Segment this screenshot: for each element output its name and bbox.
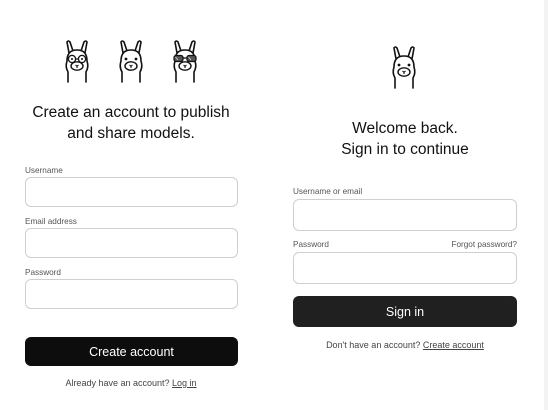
- signin-heading: Welcome back. Sign in to continue: [262, 118, 548, 160]
- username-or-email-label: Username or email: [293, 187, 363, 196]
- signin-password-field[interactable]: [293, 252, 517, 284]
- signin-heading-line1: Welcome back.: [352, 120, 458, 137]
- username-label: Username: [25, 166, 63, 175]
- signup-heading-line2: and share models.: [67, 125, 195, 142]
- signin-mascot-row: [386, 45, 422, 89]
- page-edge: [544, 0, 548, 410]
- signin-panel: Welcome back. Sign in to continue Userna…: [262, 0, 548, 410]
- email-field[interactable]: [25, 228, 238, 258]
- forgot-password-link[interactable]: Forgot password?: [412, 240, 517, 250]
- llama-icon: [113, 39, 149, 83]
- signup-heading-line1: Create an account to publish: [32, 104, 230, 121]
- create-account-link[interactable]: Create account: [423, 340, 484, 350]
- llama-sunglasses-icon: [167, 39, 203, 83]
- mascot-row: [59, 39, 203, 83]
- login-link[interactable]: Log in: [172, 378, 197, 388]
- username-field[interactable]: [25, 177, 238, 207]
- signin-footer: Don't have an account? Create account: [262, 340, 548, 351]
- signin-footer-text: Don't have an account?: [326, 340, 421, 350]
- signup-heading: Create an account to publish and share m…: [0, 102, 262, 144]
- signup-panel: Create an account to publish and share m…: [0, 0, 262, 410]
- password-field[interactable]: [25, 279, 238, 309]
- email-label: Email address: [25, 217, 77, 226]
- sign-in-button[interactable]: Sign in: [293, 296, 517, 327]
- signin-password-label: Password: [293, 240, 329, 249]
- signup-footer: Already have an account? Log in: [0, 378, 262, 389]
- llama-glasses-icon: [59, 39, 95, 83]
- signin-heading-line2: Sign in to continue: [341, 141, 469, 158]
- signup-footer-text: Already have an account?: [65, 378, 170, 388]
- create-account-button[interactable]: Create account: [25, 337, 238, 366]
- password-label: Password: [25, 268, 61, 277]
- llama-icon: [386, 45, 422, 89]
- username-or-email-field[interactable]: [293, 199, 517, 231]
- app-root: Create an account to publish and share m…: [0, 0, 548, 410]
